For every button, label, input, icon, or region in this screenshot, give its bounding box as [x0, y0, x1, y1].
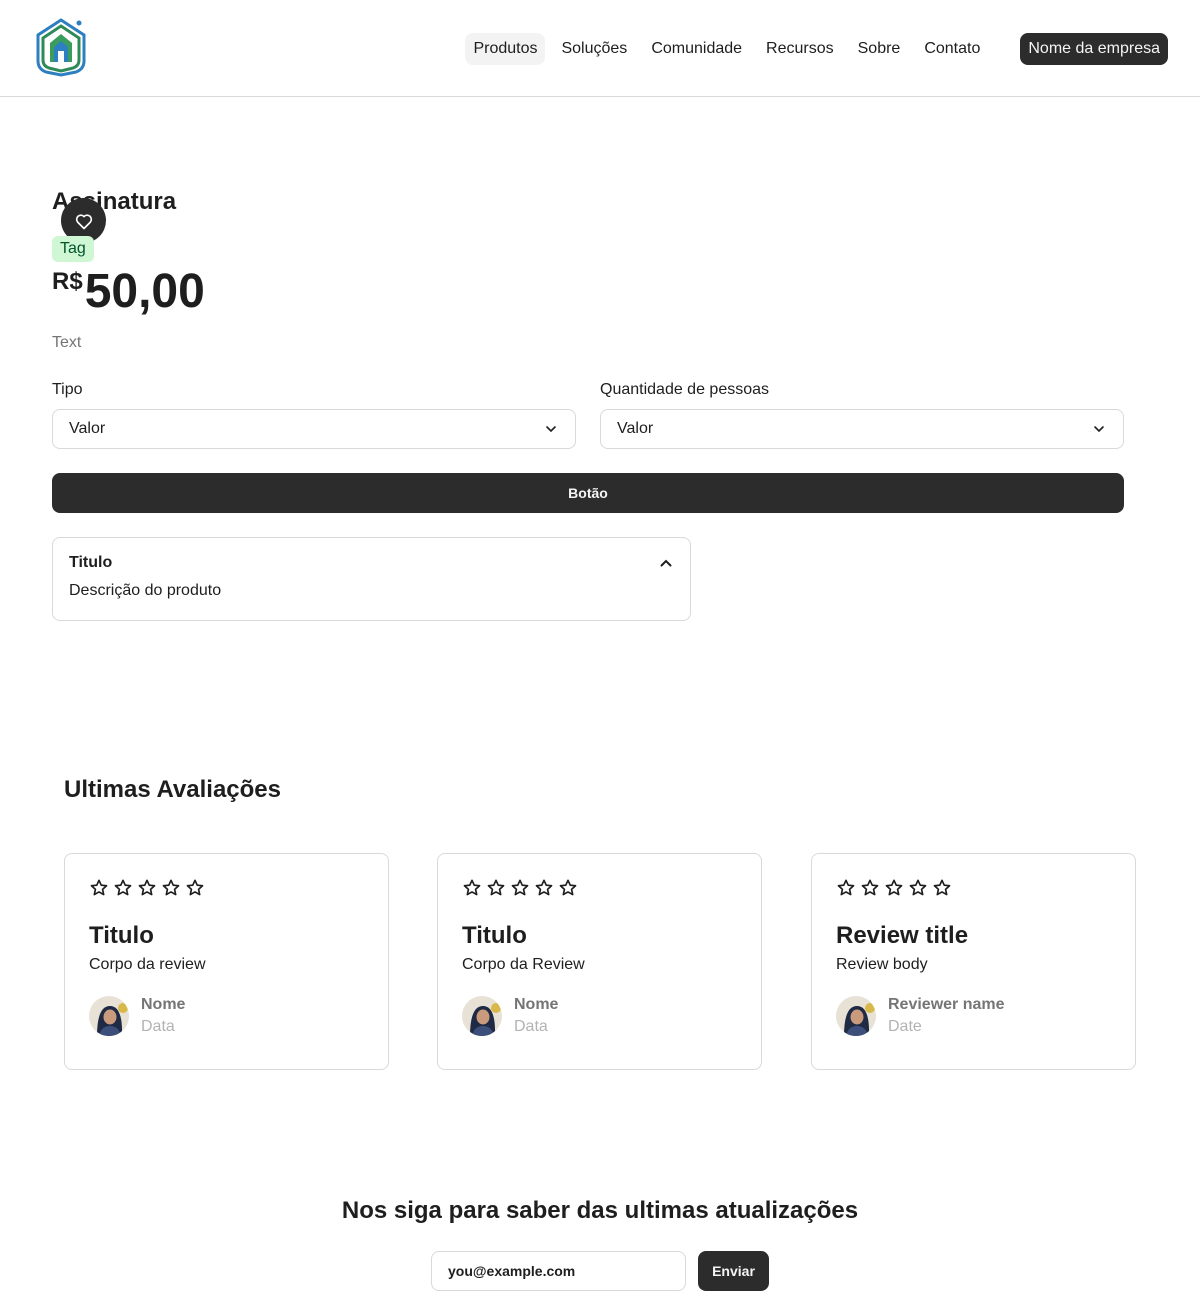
reviewer-name: Nome — [141, 996, 186, 1013]
review-date: Data — [141, 1018, 175, 1035]
heart-icon — [75, 213, 92, 229]
send-button[interactable]: Enviar — [698, 1251, 769, 1291]
review-title: Titulo — [89, 922, 154, 949]
quantidade-label: Quantidade de pessoas — [600, 381, 770, 398]
review-body: Corpo da Review — [462, 956, 585, 973]
nav-item-recursos[interactable]: Recursos — [758, 33, 842, 65]
product-tag: Tag — [52, 236, 94, 262]
company-button[interactable]: Nome da empresa — [1020, 32, 1168, 65]
reviewer-name: Nome — [514, 996, 559, 1013]
quantidade-select[interactable]: Valor — [600, 409, 1124, 449]
star-icon — [487, 879, 505, 896]
main-nav: Produtos Soluções Comunidade Recursos So… — [465, 32, 1168, 65]
star-rating — [89, 878, 364, 898]
avatar — [836, 996, 876, 1036]
product-price: R$ 50,00 — [52, 266, 205, 318]
house-logo-icon[interactable] — [32, 17, 90, 77]
review-date: Date — [888, 1018, 922, 1035]
reviewer: Nome Data — [89, 996, 364, 1036]
nav-item-produtos[interactable]: Produtos — [465, 32, 546, 65]
star-icon — [933, 879, 951, 896]
nav-item-sobre[interactable]: Sobre — [850, 33, 909, 65]
star-rating — [462, 878, 737, 898]
nav-item-comunidade[interactable]: Comunidade — [643, 33, 750, 65]
quantidade-select-value: Valor — [617, 420, 654, 437]
accordion-header[interactable]: Titulo — [69, 554, 674, 572]
review-date: Data — [514, 1018, 548, 1035]
reviews-heading: Ultimas Avaliações — [64, 776, 281, 803]
review-title: Titulo — [462, 922, 527, 949]
avatar — [89, 996, 129, 1036]
tipo-select-value: Valor — [69, 420, 106, 437]
review-body: Corpo da review — [89, 956, 206, 973]
star-icon — [885, 879, 903, 896]
star-rating — [836, 878, 1111, 898]
nav-item-contato[interactable]: Contato — [916, 33, 988, 65]
review-card: Titulo Corpo da Review Nome Data — [437, 853, 762, 1070]
site-header: Produtos Soluções Comunidade Recursos So… — [0, 0, 1200, 97]
star-icon — [861, 879, 879, 896]
star-icon — [186, 879, 204, 896]
nav-item-solucoes[interactable]: Soluções — [553, 33, 635, 65]
reviewer: Reviewer name Date — [836, 996, 1111, 1036]
star-icon — [837, 879, 855, 896]
price-currency: R$ — [52, 268, 83, 295]
star-icon — [162, 879, 180, 896]
star-icon — [463, 879, 481, 896]
star-icon — [90, 879, 108, 896]
review-body: Review body — [836, 956, 928, 973]
star-icon — [909, 879, 927, 896]
reviewer-name: Reviewer name — [888, 996, 1005, 1013]
star-icon — [511, 879, 529, 896]
chevron-down-icon — [546, 426, 556, 433]
product-accordion: Titulo Descrição do produto — [52, 537, 691, 621]
tipo-label: Tipo — [52, 381, 83, 398]
review-card: Review title Review body Reviewer name D… — [811, 853, 1136, 1070]
primary-button[interactable]: Botão — [52, 473, 1124, 513]
star-icon — [138, 879, 156, 896]
product-text: Text — [52, 334, 82, 351]
reviewer: Nome Data — [462, 996, 737, 1036]
accordion-body: Descrição do produto — [69, 582, 222, 599]
review-card: Titulo Corpo da review Nome Data — [64, 853, 389, 1070]
review-title: Review title — [836, 922, 969, 949]
chevron-down-icon — [1094, 426, 1104, 433]
accordion-title: Titulo — [69, 554, 113, 571]
star-icon — [535, 879, 553, 896]
email-field[interactable] — [431, 1251, 686, 1291]
tipo-select[interactable]: Valor — [52, 409, 576, 449]
avatar — [462, 996, 502, 1036]
star-icon — [114, 879, 132, 896]
newsletter-heading: Nos siga para saber das ultimas atualiza… — [341, 1197, 859, 1224]
star-icon — [559, 879, 577, 896]
price-value: 50,00 — [84, 265, 205, 318]
chevron-up-icon — [660, 559, 672, 567]
